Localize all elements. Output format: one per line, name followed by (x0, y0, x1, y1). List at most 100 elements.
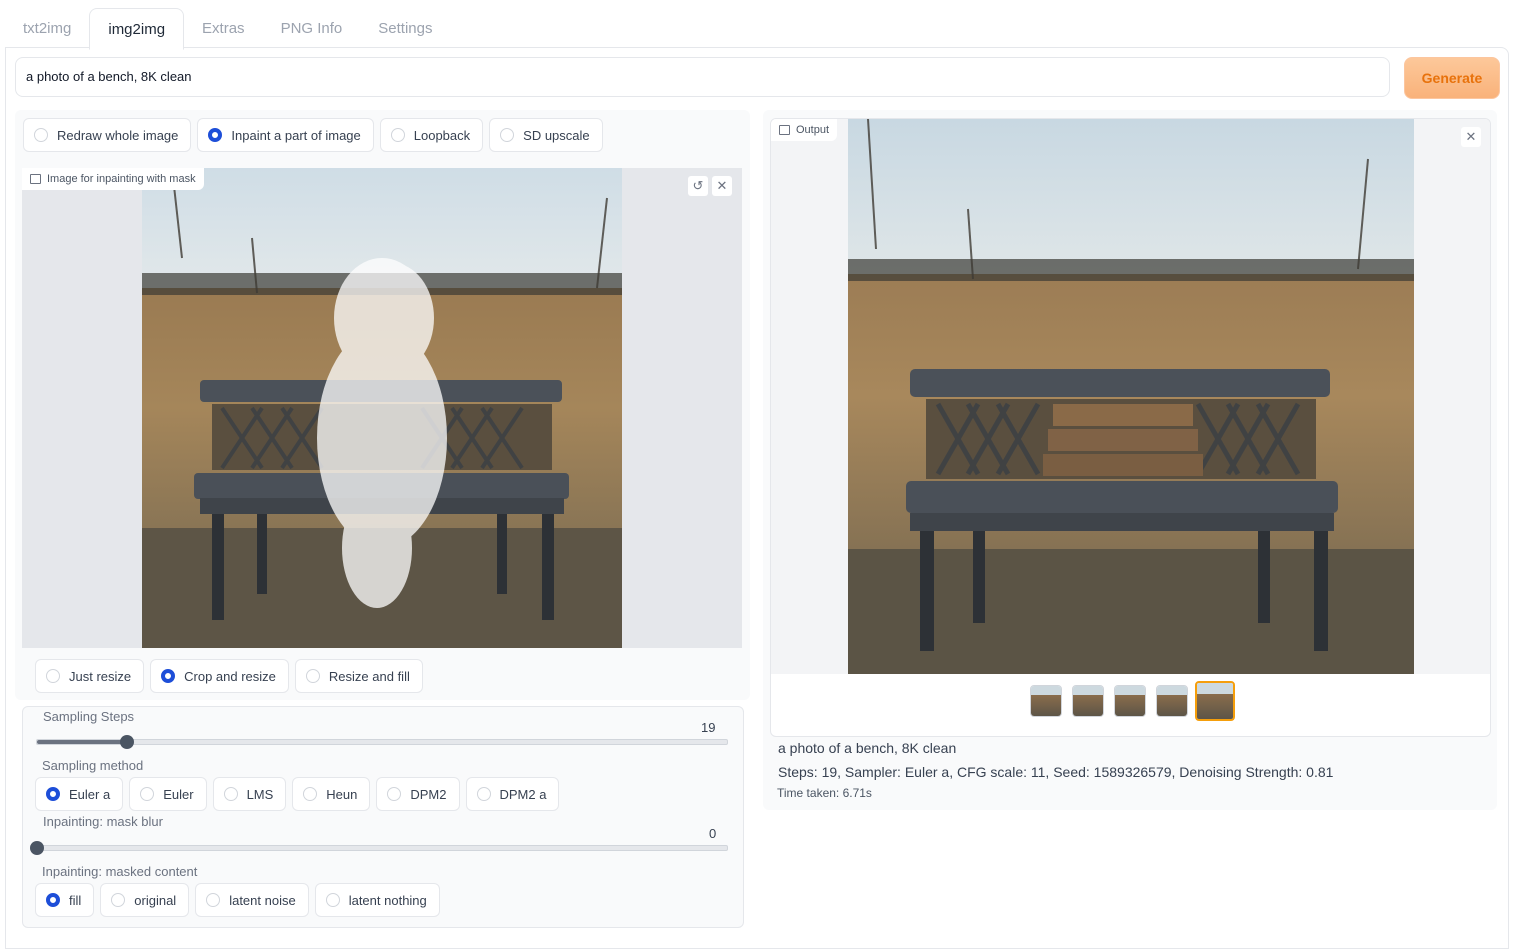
undo-icon[interactable]: ↺ (688, 176, 708, 196)
radio-dot (390, 128, 405, 142)
radio-dot (387, 787, 402, 801)
radio-dot-selected (161, 669, 176, 683)
output-thumbnail-3[interactable] (1114, 685, 1146, 717)
mode-option-loopback[interactable]: Loopback (379, 118, 484, 152)
radio-dot (325, 893, 340, 907)
masked-content-option-latent-noise[interactable]: latent noise (195, 883, 309, 917)
input-image-label-text: Image for inpainting with mask (47, 173, 196, 185)
mode-option-label: Loopback (413, 127, 471, 143)
radio-dot (46, 669, 60, 683)
image-icon (30, 174, 41, 184)
radio-dot (476, 787, 491, 801)
sampler-option-label: LMS (246, 786, 274, 802)
masked-content-option-latent-nothing[interactable]: latent nothing (314, 883, 440, 917)
mode-option-label: Inpaint a part of image (231, 127, 361, 143)
sampler-option-heun[interactable]: Heun (292, 777, 371, 811)
inpaint-image-canvas[interactable]: Image for inpainting with mask ↺ ✕ (22, 168, 742, 648)
mode-option-inpaint[interactable]: Inpaint a part of image (197, 118, 374, 152)
output-column: Output ✕ a photo of a bench, 8K clean St… (763, 110, 1497, 810)
mode-option-redraw[interactable]: Redraw whole image (23, 118, 192, 152)
resize-option-label: Resize and fill (328, 668, 410, 684)
masked-content-option-original[interactable]: original (100, 883, 190, 917)
mask-blur-slider[interactable] (36, 845, 728, 851)
radio-dot (223, 787, 238, 801)
tab-img2img[interactable]: img2img (89, 8, 185, 50)
mode-radio-group: Redraw whole image Inpaint a part of ima… (23, 118, 603, 152)
sampler-option-euler[interactable]: Euler (129, 777, 207, 811)
prompt-input[interactable]: a photo of a bench, 8K clean (15, 57, 1390, 97)
radio-dot (303, 787, 318, 801)
output-label: Output (771, 119, 838, 141)
sampler-option-label: DPM2 (410, 786, 447, 802)
radio-dot (140, 787, 155, 801)
masked-content-option-label: latent noise (229, 892, 296, 908)
tab-extras[interactable]: Extras (184, 8, 263, 48)
mode-option-label: Redraw whole image (57, 127, 179, 143)
output-label-text: Output (796, 124, 830, 136)
masked-content-radio-group: fill original latent noise latent nothin… (35, 883, 440, 917)
output-image[interactable] (848, 119, 1414, 674)
sampler-option-lms[interactable]: LMS (212, 777, 287, 811)
sampler-option-label: Euler a (69, 786, 111, 802)
close-icon[interactable]: ✕ (1461, 127, 1481, 147)
radio-dot (305, 669, 320, 683)
sampler-option-dpm2[interactable]: DPM2 (376, 777, 460, 811)
tab-settings[interactable]: Settings (360, 8, 450, 48)
output-thumbnail-image (1197, 683, 1233, 719)
output-thumbnail-1[interactable] (1030, 685, 1062, 717)
sampler-option-label: Heun (326, 786, 358, 802)
radio-dot (206, 893, 221, 907)
sampling-steps-fill (37, 740, 127, 744)
radio-dot-selected (46, 893, 60, 907)
mode-option-label: SD upscale (523, 127, 590, 143)
mask-blur-label: Inpainting: mask blur (43, 814, 163, 829)
sampler-option-dpm2-a[interactable]: DPM2 a (465, 777, 560, 811)
masked-content-option-label: fill (69, 892, 82, 908)
masked-content-option-label: original (134, 892, 177, 908)
generate-button[interactable]: Generate (1404, 57, 1500, 99)
output-time-taken: Time taken: 6.71s (777, 786, 872, 800)
radio-dot (34, 128, 48, 142)
input-image-label: Image for inpainting with mask (22, 168, 204, 190)
sampler-option-label: Euler (163, 786, 194, 802)
resize-option-crop-resize[interactable]: Crop and resize (150, 659, 289, 693)
input-column: Redraw whole image Inpaint a part of ima… (15, 110, 750, 930)
output-thumbnail-image (1157, 686, 1187, 716)
radio-dot (111, 893, 126, 907)
resize-option-label: Crop and resize (184, 668, 276, 684)
output-generation-params: Steps: 19, Sampler: Euler a, CFG scale: … (778, 764, 1334, 780)
output-thumbnail-4[interactable] (1156, 685, 1188, 717)
mask-blur-thumb[interactable] (30, 841, 44, 855)
tab-txt2img[interactable]: txt2img (5, 8, 89, 48)
resize-option-label: Just resize (69, 668, 132, 684)
radio-dot-selected (46, 787, 60, 801)
sampling-steps-label: Sampling Steps (43, 709, 135, 724)
resize-option-just-resize[interactable]: Just resize (35, 659, 145, 693)
output-thumbnail-2[interactable] (1072, 685, 1104, 717)
mode-option-sd-upscale[interactable]: SD upscale (489, 118, 603, 152)
tab-png-info[interactable]: PNG Info (263, 8, 361, 48)
output-thumbnail-image (1115, 686, 1145, 716)
sampling-steps-value[interactable]: 19 (701, 720, 715, 735)
sampling-steps-slider[interactable] (36, 739, 728, 745)
sampler-option-euler-a[interactable]: Euler a (35, 777, 124, 811)
output-gallery: Output ✕ (770, 118, 1491, 737)
masked-content-label: Inpainting: masked content (42, 864, 198, 879)
radio-dot (500, 128, 515, 142)
resize-radio-group: Just resize Crop and resize Resize and f… (35, 659, 423, 693)
image-icon (779, 125, 790, 135)
inpaint-image[interactable] (22, 168, 742, 648)
sampling-method-label: Sampling method (42, 758, 144, 773)
masked-content-option-fill[interactable]: fill (35, 883, 95, 917)
output-prompt-text: a photo of a bench, 8K clean (778, 740, 957, 756)
masked-content-option-label: latent nothing (348, 892, 427, 908)
sampler-option-label: DPM2 a (499, 786, 547, 802)
output-thumbnail-image (1073, 686, 1103, 716)
tab-bar: txt2img img2img Extras PNG Info Settings (5, 8, 450, 50)
sampling-steps-thumb[interactable] (119, 735, 134, 749)
output-thumbnail-5-selected[interactable] (1195, 681, 1235, 721)
sampling-method-radio-group: Euler a Euler LMS Heun DPM2 DPM2 a (35, 777, 560, 811)
mask-blur-value[interactable]: 0 (709, 826, 716, 841)
close-icon[interactable]: ✕ (712, 176, 732, 196)
resize-option-resize-fill[interactable]: Resize and fill (294, 659, 423, 693)
